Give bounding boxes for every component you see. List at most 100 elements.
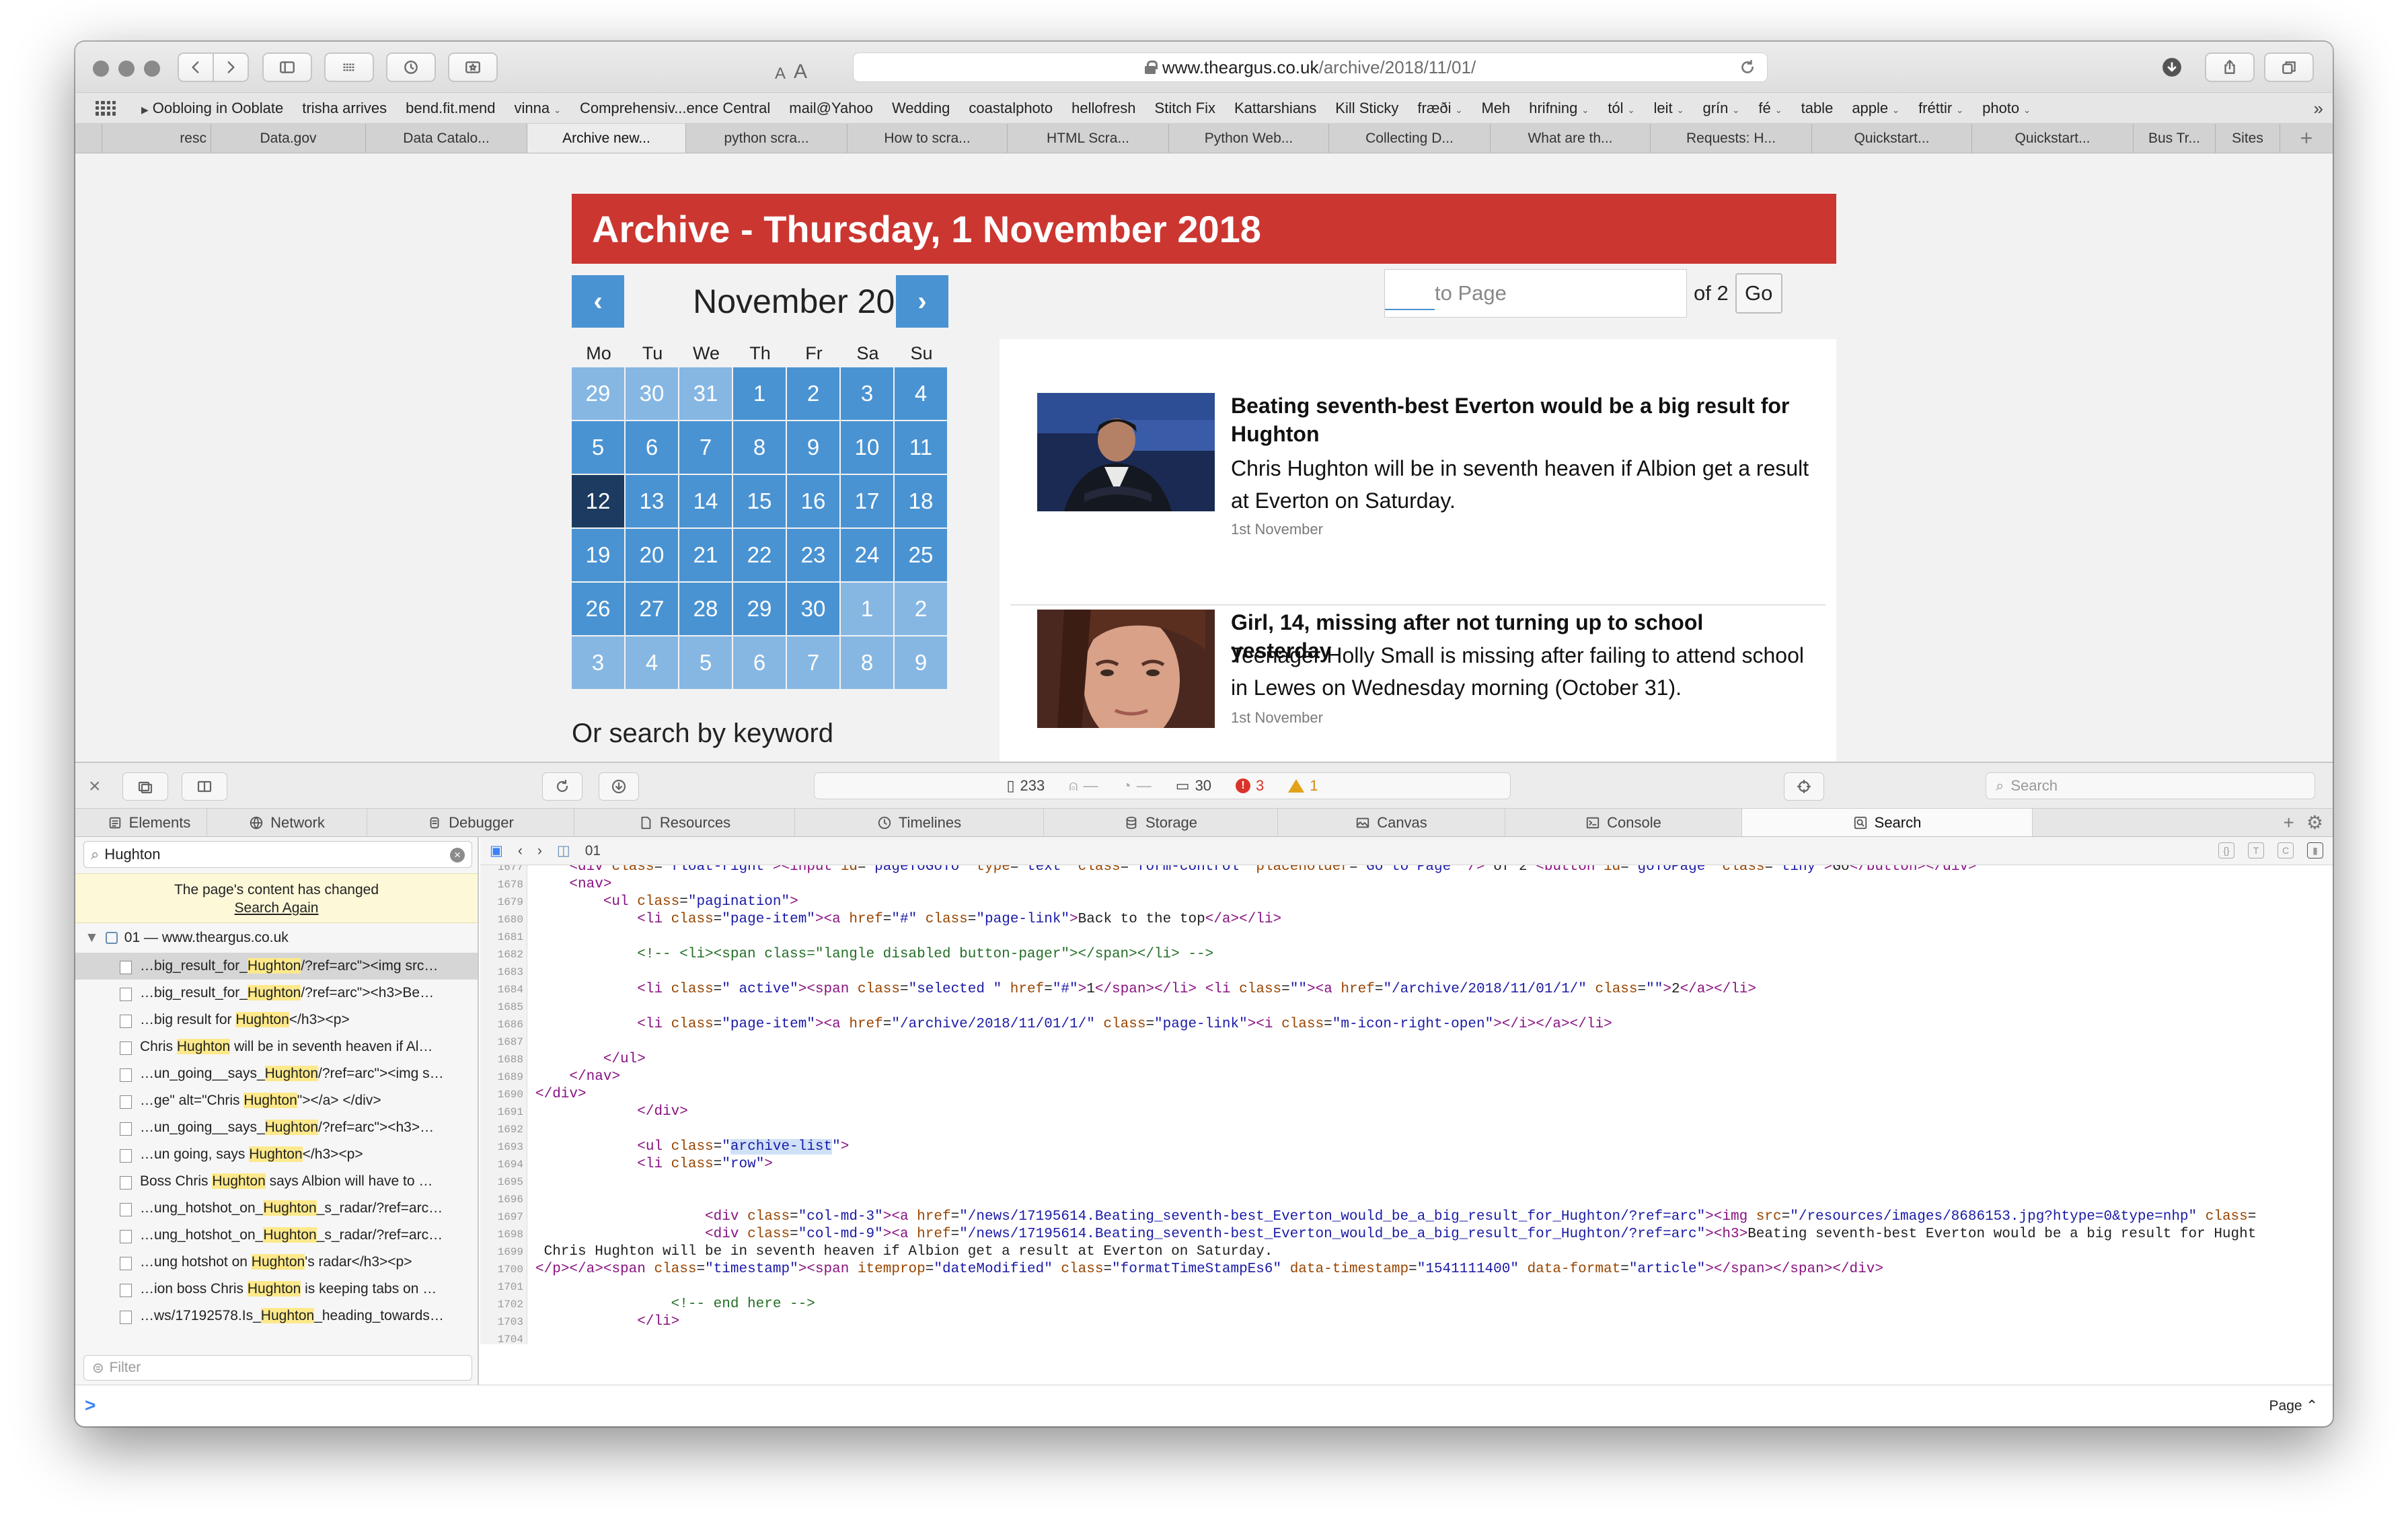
bookmark-item[interactable]: Comprehensiv...ence Central	[570, 100, 780, 117]
add-tab-icon[interactable]: +	[2284, 812, 2294, 834]
calendar-day[interactable]: 21	[679, 529, 732, 581]
tab[interactable]: Bus Tr...	[2134, 124, 2216, 153]
calendar-day[interactable]: 15	[733, 475, 786, 527]
bookmark-item[interactable]: Stitch Fix	[1145, 100, 1225, 117]
warning-count[interactable]: 1	[1288, 777, 1318, 795]
calendar-day[interactable]: 18	[895, 475, 947, 527]
go-to-page-input[interactable]: to Page	[1384, 269, 1687, 318]
bookmark-item[interactable]: bend.fit.mend	[396, 100, 504, 117]
tab[interactable]: How to scra...	[848, 124, 1008, 153]
bookmark-item[interactable]: ▶ Oobloing in Ooblate	[132, 100, 293, 117]
minimize-window-button[interactable]	[118, 61, 135, 77]
search-result-item[interactable]: …un_going__says_Hughton/?ref=arc"><h3>…	[75, 1114, 478, 1141]
calendar-day[interactable]: 10	[841, 421, 893, 474]
search-result-item[interactable]: Chris Hughton will be in seventh heaven …	[75, 1033, 478, 1060]
calendar-day[interactable]: 29	[733, 583, 786, 635]
calendar-day[interactable]: 3	[841, 367, 893, 420]
calendar-day[interactable]: 25	[895, 529, 947, 581]
calendar-day[interactable]: 3	[572, 636, 624, 689]
calendar-day[interactable]: 8	[841, 636, 893, 689]
new-tab-button[interactable]: +	[2280, 124, 2333, 153]
article-thumbnail[interactable]	[1037, 393, 1215, 511]
details-sidebar-icon[interactable]: ▮	[2307, 842, 2323, 859]
calendar-day[interactable]: 4	[895, 367, 947, 420]
tab[interactable]: Data Catalo...	[366, 124, 527, 153]
bookmark-folder[interactable]: fræði ⌄	[1408, 100, 1472, 117]
article-thumbnail[interactable]	[1037, 610, 1215, 728]
tab-elements[interactable]: Elements	[91, 809, 207, 836]
back-button[interactable]	[178, 52, 214, 82]
go-button[interactable]: Go	[1735, 273, 1782, 314]
calendar-prev-button[interactable]: ‹	[572, 275, 624, 328]
bookmark-folder[interactable]: fréttir ⌄	[1909, 100, 1973, 117]
search-result-item[interactable]: …un_going__says_Hughton/?ref=arc"><img s…	[75, 1060, 478, 1087]
bookmark-folder[interactable]: grín ⌄	[1694, 100, 1749, 117]
gear-icon[interactable]: ⚙	[2306, 811, 2323, 834]
type-info-icon[interactable]: T	[2248, 842, 2264, 859]
calendar-day[interactable]: 1	[841, 583, 893, 635]
error-count[interactable]: ! 3	[1236, 777, 1264, 795]
tab-canvas[interactable]: Canvas	[1278, 809, 1505, 836]
bookmark-item[interactable]: Kattarshians	[1225, 100, 1326, 117]
top-sites-button[interactable]	[324, 52, 374, 82]
bookmark-item[interactable]: trisha arrives	[293, 100, 396, 117]
bookmark-folder[interactable]: photo ⌄	[1973, 100, 2040, 117]
bookmark-item[interactable]: hellofresh	[1062, 100, 1145, 117]
calendar-day[interactable]: 27	[626, 583, 678, 635]
bookmark-item[interactable]: mail@Yahoo	[780, 100, 882, 117]
forward-button[interactable]	[213, 52, 249, 82]
search-result-item[interactable]: …big_result_for_Hughton/?ref=arc"><h3>Be…	[75, 980, 478, 1007]
search-result-item[interactable]: …un going, says Hughton</h3><p>	[75, 1141, 478, 1168]
calendar-day[interactable]: 30	[626, 367, 678, 420]
tab[interactable]: HTML Scra...	[1008, 124, 1169, 153]
filter-input[interactable]: ⊜ Filter	[83, 1355, 472, 1381]
calendar-day[interactable]: 2	[895, 583, 947, 635]
tab[interactable]: Collecting D...	[1329, 124, 1491, 153]
calendar-day[interactable]: 30	[787, 583, 839, 635]
search-result-item[interactable]: Boss Chris Hughton says Albion will have…	[75, 1168, 478, 1195]
calendar-day[interactable]: 13	[626, 475, 678, 527]
search-result-item[interactable]: …big_result_for_Hughton/?ref=arc"><img s…	[75, 953, 478, 980]
bookmark-folder[interactable]: leit ⌄	[1644, 100, 1693, 117]
calendar-day[interactable]: 1	[733, 367, 786, 420]
bookmark-folder[interactable]: vinna ⌄	[504, 100, 570, 117]
article-title[interactable]: Beating seventh-best Everton would be a …	[1231, 392, 1809, 448]
calendar-day[interactable]: 7	[679, 421, 732, 474]
close-icon[interactable]: ×	[89, 775, 101, 798]
quick-console[interactable]: > Page ⌃	[75, 1385, 2333, 1426]
bookmarks-button[interactable]	[448, 52, 498, 82]
bookmark-folder[interactable]: apple ⌄	[1842, 100, 1909, 117]
calendar-day[interactable]: 6	[733, 636, 786, 689]
calendar-day[interactable]: 2	[787, 367, 839, 420]
bookmark-item[interactable]: table	[1792, 100, 1843, 117]
devtools-search-input[interactable]: ⌕ Search	[1986, 772, 2315, 799]
calendar-day[interactable]: 7	[787, 636, 839, 689]
tab[interactable]: Requests: H...	[1651, 124, 1812, 153]
detach-devtools-button[interactable]	[122, 772, 168, 801]
tab-search[interactable]: Search	[1742, 809, 2033, 836]
calendar-day[interactable]: 9	[787, 421, 839, 474]
bookmark-item[interactable]: Meh	[1472, 100, 1519, 117]
search-result-item[interactable]: …ws/17192578.Is_Hughton_heading_towards…	[75, 1303, 478, 1329]
calendar-day[interactable]: 5	[679, 636, 732, 689]
dock-side-button[interactable]	[182, 772, 227, 801]
calendar-day[interactable]: 8	[733, 421, 786, 474]
search-again-link[interactable]: Search Again	[75, 899, 478, 917]
calendar-day[interactable]: 14	[679, 475, 732, 527]
calendar-day[interactable]: 16	[787, 475, 839, 527]
tab-console[interactable]: Console	[1505, 809, 1742, 836]
reload-icon[interactable]	[1739, 59, 1756, 76]
tab-network[interactable]: Network	[207, 809, 367, 836]
calendar-day[interactable]: 29	[572, 367, 624, 420]
bookmark-folder[interactable]: fé ⌄	[1749, 100, 1791, 117]
tab[interactable]: Sites	[2216, 124, 2280, 153]
apps-grid-icon[interactable]	[96, 100, 116, 116]
downloads-button[interactable]	[2147, 52, 2197, 82]
bookmark-item[interactable]: Kill Sticky	[1326, 100, 1408, 117]
sidebar-search-input[interactable]: ⌕ Hughton ×	[83, 841, 472, 868]
tab-resources[interactable]: Resources	[574, 809, 795, 836]
calendar-day[interactable]: 5	[572, 421, 624, 474]
search-result-item[interactable]: …ung_hotshot_on_Hughton_s_radar/?ref=arc…	[75, 1222, 478, 1249]
tab-storage[interactable]: Storage	[1044, 809, 1278, 836]
clear-search-icon[interactable]: ×	[450, 848, 465, 863]
